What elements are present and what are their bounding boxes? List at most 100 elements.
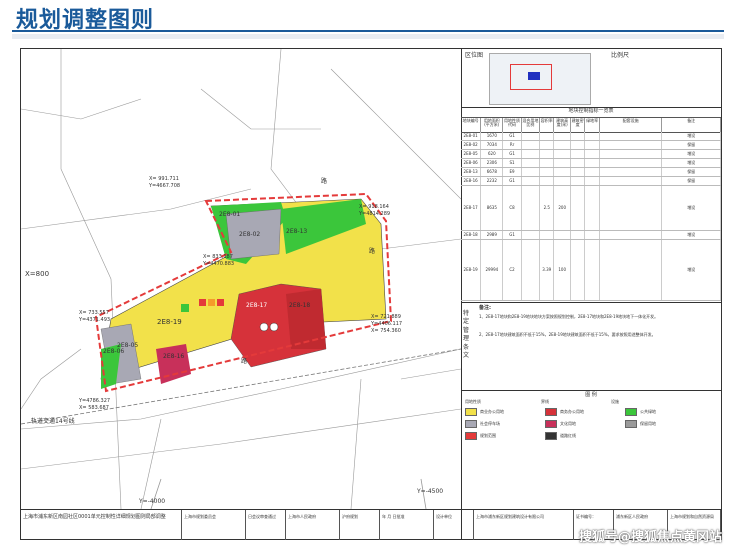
- parcel-label-06: 2E8-06: [103, 348, 125, 355]
- coord-6: Y=4470.883: [203, 261, 235, 267]
- legend-swatch: [465, 408, 477, 416]
- facility-icon-1: [199, 299, 206, 306]
- table-cell: G1: [503, 177, 522, 185]
- table-cell: G1: [503, 231, 522, 239]
- approval-cell: 年 月 日批准: [380, 510, 434, 540]
- coord-5: X= 833.187: [203, 254, 233, 260]
- table-row: 2E8-06 2306 S1 增设: [461, 159, 722, 168]
- table-cell: C2: [503, 240, 522, 300]
- table-cell: [585, 159, 600, 167]
- table-cell: [585, 150, 600, 158]
- y-axis-label-2: Y=-4500: [417, 488, 444, 495]
- title-rule: [12, 30, 724, 32]
- coord-11: X= 754.360: [371, 328, 401, 334]
- table-cell: [540, 231, 555, 239]
- table-header: 地块编号 用地面积(平方米) 用地性质代码 混合用地比例 容积率 建筑高度(米) 建筑密度绿…: [461, 117, 722, 133]
- table-cell: [522, 186, 541, 230]
- table-header-cell: 备注: [662, 118, 722, 132]
- coord-7: X= 733.557: [79, 310, 109, 316]
- table-cell: [522, 177, 541, 185]
- table-cell: [540, 177, 555, 185]
- table-cell: [571, 240, 586, 300]
- table-cell: [522, 231, 541, 239]
- table-cell: [571, 150, 586, 158]
- location-map: [489, 53, 591, 105]
- coord-3: X= 918.164: [359, 204, 389, 210]
- table-cell: [600, 177, 663, 185]
- table-cell: [554, 150, 571, 158]
- table-title: 地块控制指标一览表: [568, 108, 614, 114]
- table-cell: [571, 186, 586, 230]
- table-cell: [571, 141, 586, 149]
- legend-item: 文化用地: [545, 420, 576, 428]
- table-cell: 1670: [481, 132, 504, 140]
- coord-10: Y=4406.117: [371, 321, 403, 327]
- coord-8: Y=4371.493: [79, 317, 111, 323]
- table-cell: [585, 240, 600, 300]
- table-cell: [522, 150, 541, 158]
- legend-label: 商务办公用地: [560, 409, 584, 414]
- table-cell: G1: [503, 132, 522, 140]
- table-row: 2E8-05 620 G1 增设: [461, 150, 722, 159]
- road-label-1: 路: [321, 178, 328, 185]
- table-cell: 保留: [662, 168, 722, 176]
- table-cell: 2232: [481, 177, 504, 185]
- table-cell: [585, 186, 600, 230]
- notes-title: 备注:: [479, 305, 491, 311]
- location-label: 区位图: [465, 52, 484, 59]
- table-cell: [585, 132, 600, 140]
- parcel-label-05: 2E8-05: [117, 342, 139, 349]
- approval-cell-text: 上海市人民政府: [288, 514, 316, 519]
- table-cell: [540, 141, 555, 149]
- legend-label: 文化用地: [560, 421, 576, 426]
- approval-cell-text: 证书编号：: [576, 514, 596, 519]
- rail-label: 轨道交通14号线: [31, 418, 75, 425]
- parcel-label-02: 2E8-02: [239, 231, 261, 238]
- coord-9: X= 721.889: [371, 314, 401, 320]
- table-cell: 3.39: [540, 240, 555, 300]
- approval-cell-text: 日会议审查通过: [248, 514, 276, 519]
- legend-swatch: [545, 420, 557, 428]
- plan-sheet: X= 991.711 Y=4667.708 X= 918.164 Y=4814.…: [20, 48, 722, 540]
- table-cell: 2E8-02: [461, 141, 482, 149]
- table-cell: 2E8-05: [461, 150, 482, 158]
- table-row: 2E8-17 8635 C8 2.5 200 增设: [461, 186, 722, 231]
- parcel-label-13: 2E8-13: [286, 228, 308, 235]
- table-cell: [522, 168, 541, 176]
- facility-icon-4: [181, 304, 189, 312]
- table-cell: [600, 168, 663, 176]
- table-cell: 2E8-13: [461, 168, 482, 176]
- table-cell: [554, 132, 571, 140]
- coord-4: Y=4814.289: [359, 211, 391, 217]
- table-cell: [600, 132, 663, 140]
- table-cell: [540, 150, 555, 158]
- legend-label: 保留用地: [640, 421, 656, 426]
- map-panel: X= 991.711 Y=4667.708 X= 918.164 Y=4814.…: [21, 49, 462, 539]
- table-cell: [571, 231, 586, 239]
- approval-cell-text: 年 月 日批准: [382, 514, 405, 519]
- facility-icon-3: [217, 299, 224, 306]
- notes-box: 特定管理条文 备注: 1、2E8-17地块和2E8-19地块地块方案按照规划控制…: [461, 302, 721, 391]
- approval-cell-text: 沪府规划: [342, 514, 358, 519]
- approval-cell: 设计单位: [434, 510, 474, 540]
- legend-box: 图 例 用地性质 界线 设施 商业办公用地 商务办公用地 公共绿地 社会停车场 文化用地…: [461, 390, 721, 509]
- table-cell: [522, 240, 541, 300]
- approval-cell: 日会议审查通过: [246, 510, 286, 540]
- special-label: 特定管理条文: [463, 310, 470, 359]
- table-cell: C8: [503, 186, 522, 230]
- table-cell: [600, 240, 663, 300]
- table-cell: 2989: [481, 231, 504, 239]
- table-header-cell: 绿地率: [585, 118, 600, 132]
- table-cell: S1: [503, 159, 522, 167]
- legend-label: 规划范围: [480, 433, 496, 438]
- table-header-cell: 用地性质代码: [503, 118, 522, 132]
- parcel-label-16: 2E8-16: [163, 353, 185, 360]
- coord-1: X= 991.711: [149, 176, 179, 182]
- info-panel: 区位图 比例尺 地块控制指标一览表 地块编号 用地面积(平方米) 用地性质代码 混合用…: [461, 49, 722, 539]
- table-cell: 100: [554, 240, 571, 300]
- table-cell: [554, 177, 571, 185]
- table-cell: [522, 132, 541, 140]
- legend-item: 保留用地: [625, 420, 656, 428]
- coord-2: Y=4667.708: [149, 183, 181, 189]
- legend-label: 商业办公用地: [480, 409, 504, 414]
